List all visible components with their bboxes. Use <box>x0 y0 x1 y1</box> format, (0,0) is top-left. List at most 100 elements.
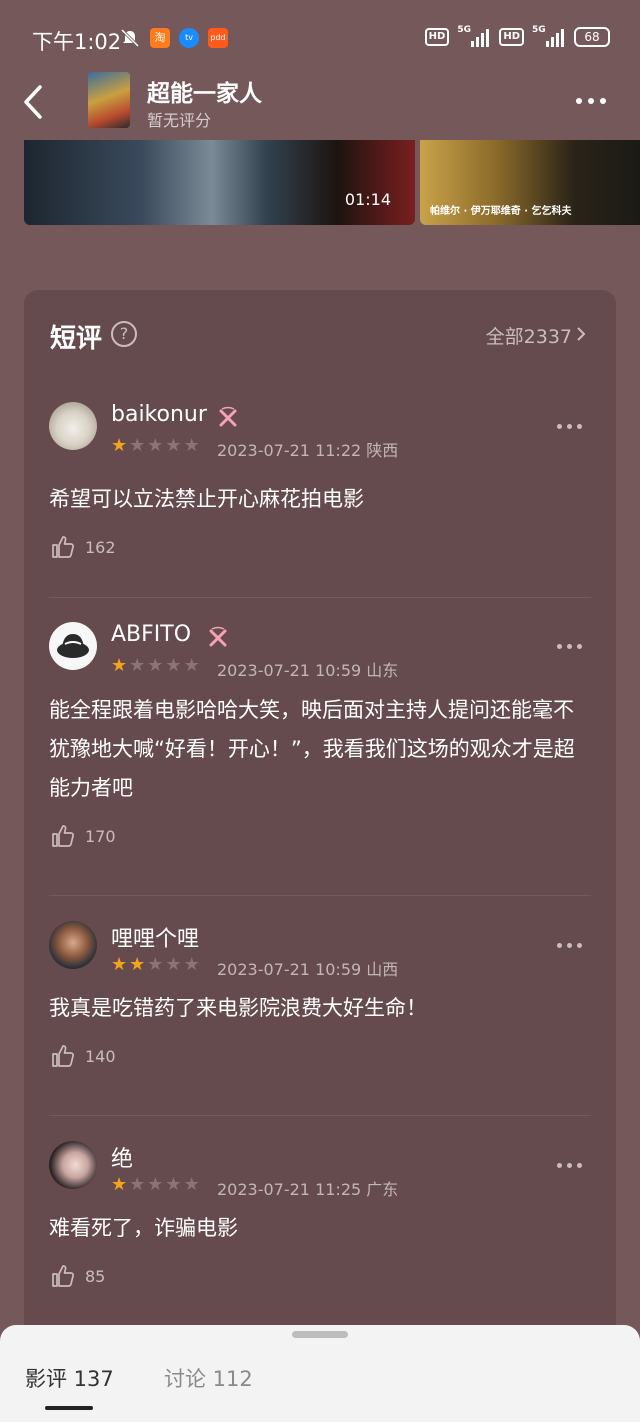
review-more-icon[interactable] <box>557 644 582 649</box>
bottom-sheet: 影评 137 讨论 112 <box>0 1325 640 1422</box>
badge-icon <box>219 406 237 427</box>
star-icon: ★ <box>165 435 182 456</box>
chevron-right-icon[interactable] <box>576 326 586 342</box>
like-count: 162 <box>85 537 116 557</box>
short-reviews-card: 短评 ? 全部2337 baikonur ★ ★ ★ ★ ★ 2023-07-21 11… <box>24 290 616 1422</box>
like-count: 85 <box>85 1266 106 1286</box>
status-time: 下午1:02 <box>32 30 122 54</box>
review-meta: 2023-07-21 10:59 山西 <box>217 956 398 980</box>
review-username[interactable]: baikonur <box>111 402 207 427</box>
video-thumbnail-2[interactable]: 帕维尔 · 伊万耶维奇 · 乞乞科夫 <box>420 140 640 225</box>
review-location: 山西 <box>366 960 399 979</box>
review-date: 2023-07-21 11:22 <box>217 441 362 460</box>
star-icon: ★ <box>147 954 164 975</box>
drag-handle[interactable] <box>292 1331 348 1338</box>
review-meta: 2023-07-21 11:25 广东 <box>217 1176 398 1200</box>
avatar[interactable] <box>49 921 97 969</box>
video-duration: 01:14 <box>344 190 391 209</box>
review-more-icon[interactable] <box>557 424 582 429</box>
more-options-icon[interactable] <box>576 98 606 104</box>
review-text: 希望可以立法禁止开心麻花拍电影 <box>49 487 364 511</box>
review-username[interactable]: ABFITO <box>111 622 191 647</box>
like-button[interactable]: 85 <box>51 1264 105 1288</box>
review-username[interactable]: 哩哩个哩 <box>111 921 199 953</box>
divider <box>49 597 591 598</box>
hd-icon: HD <box>424 28 450 46</box>
video-caption: 帕维尔 · 伊万耶维奇 · 乞乞科夫 <box>430 206 572 217</box>
star-icon: ★ <box>165 655 182 676</box>
status-bar: 下午1:02 淘 tv pdd HD 5G HD 5G 68 <box>0 0 640 72</box>
star-icon: ★ <box>147 1174 164 1195</box>
star-icon: ★ <box>129 655 146 676</box>
thumbs-up-icon <box>52 1045 74 1067</box>
active-tab-indicator <box>45 1406 93 1410</box>
back-arrow-icon[interactable] <box>22 84 46 120</box>
movie-rating-status: 暂无评分 <box>147 111 212 130</box>
review-meta: 2023-07-21 10:59 山东 <box>217 657 398 681</box>
review-location: 山东 <box>366 661 399 680</box>
review-more-icon[interactable] <box>557 943 582 948</box>
star-rating: ★ ★ ★ ★ ★ <box>111 1176 200 1194</box>
divider <box>49 895 591 896</box>
avatar[interactable] <box>49 1141 97 1189</box>
review-text: 能全程跟着电影哈哈大笑，映后面对主持人提问还能毫不犹豫地大喊“好看！开心！”，我… <box>49 698 575 800</box>
mute-bell-icon <box>120 29 140 47</box>
thumbs-up-icon <box>52 536 74 558</box>
star-icon: ★ <box>111 1174 128 1195</box>
review-text: 我真是吃错药了来电影院浪费大好生命！ <box>49 996 427 1020</box>
star-icon: ★ <box>129 1174 146 1195</box>
review-username[interactable]: 绝 <box>111 1141 133 1173</box>
star-icon: ★ <box>111 954 128 975</box>
badge-icon <box>209 626 227 647</box>
star-icon: ★ <box>147 655 164 676</box>
star-icon: ★ <box>165 954 182 975</box>
star-icon: ★ <box>111 435 128 456</box>
review-text: 难看死了，诈骗电影 <box>49 1216 238 1240</box>
star-rating: ★ ★ ★ ★ ★ <box>111 956 200 974</box>
video-thumbnail[interactable]: 01:14 <box>24 140 415 225</box>
tab-discussions[interactable]: 讨论 112 <box>164 1363 253 1393</box>
star-icon: ★ <box>165 1174 182 1195</box>
review-date: 2023-07-21 11:25 <box>217 1180 362 1199</box>
star-icon: ★ <box>111 655 128 676</box>
taobao-app-icon: 淘 <box>150 28 170 48</box>
star-rating: ★ ★ ★ ★ ★ <box>111 657 200 675</box>
star-icon: ★ <box>129 954 146 975</box>
like-button[interactable]: 170 <box>51 824 116 848</box>
movie-title: 超能一家人 <box>147 81 262 107</box>
review-location: 广东 <box>366 1180 399 1199</box>
avatar[interactable] <box>49 622 97 670</box>
shopping-app-icon: pdd <box>208 28 228 48</box>
help-icon[interactable]: ? <box>111 321 137 347</box>
thumbs-up-icon <box>52 825 74 847</box>
movie-poster-thumbnail[interactable] <box>88 72 130 128</box>
video-strip: 01:14 帕维尔 · 伊万耶维奇 · 乞乞科夫 <box>24 140 640 225</box>
star-icon: ★ <box>183 435 200 456</box>
signal-icon-2: 5G <box>532 25 566 47</box>
avatar[interactable] <box>49 402 97 450</box>
review-meta: 2023-07-21 11:22 陕西 <box>217 437 398 461</box>
review-location: 陕西 <box>366 441 399 460</box>
review-date: 2023-07-21 10:59 <box>217 960 362 979</box>
review-more-icon[interactable] <box>557 1163 582 1168</box>
signal-icon: 5G <box>457 25 491 47</box>
star-icon: ★ <box>183 655 200 676</box>
like-button[interactable]: 140 <box>51 1044 116 1068</box>
divider <box>49 1115 591 1116</box>
like-count: 170 <box>85 826 116 846</box>
tab-reviews[interactable]: 影评 137 <box>25 1363 114 1393</box>
star-icon: ★ <box>183 954 200 975</box>
star-rating: ★ ★ ★ ★ ★ <box>111 437 200 455</box>
battery-indicator: 68 <box>574 27 610 47</box>
like-button[interactable]: 162 <box>51 535 116 559</box>
view-all-link[interactable]: 全部2337 <box>486 322 572 349</box>
like-count: 140 <box>85 1046 116 1066</box>
section-title: 短评 <box>50 324 103 354</box>
star-icon: ★ <box>129 435 146 456</box>
page-header: 超能一家人 暂无评分 <box>0 72 640 136</box>
star-icon: ★ <box>147 435 164 456</box>
review-date: 2023-07-21 10:59 <box>217 661 362 680</box>
thumbs-up-icon <box>52 1265 74 1287</box>
hd-icon-2: HD <box>499 28 524 46</box>
tv-app-icon: tv <box>179 28 199 48</box>
